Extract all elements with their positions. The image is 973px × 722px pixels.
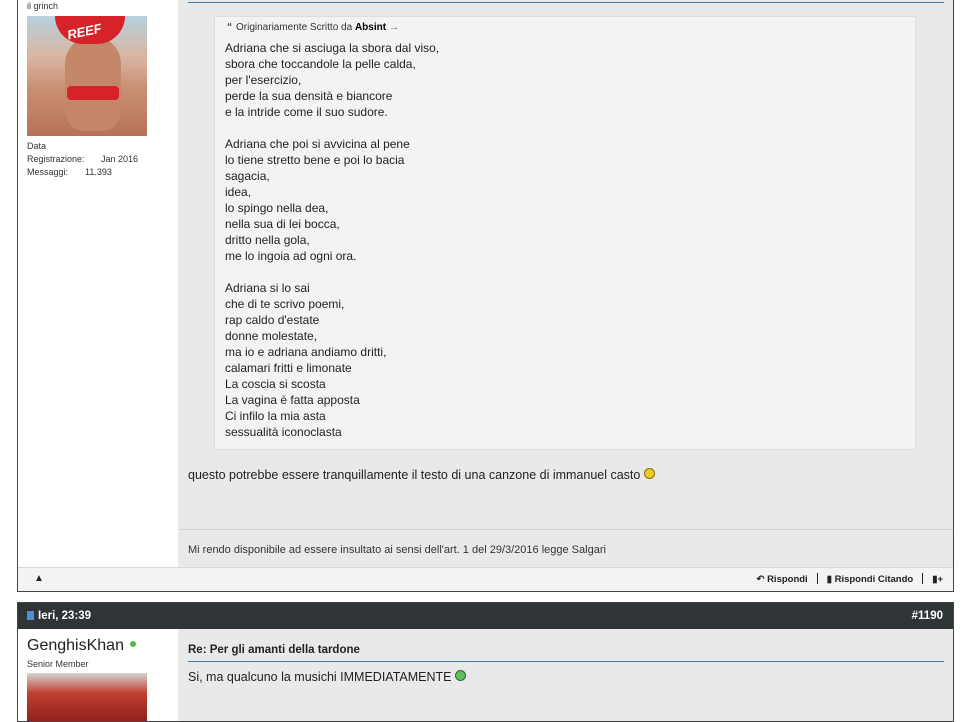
avatar-figure	[65, 36, 121, 131]
quote-line: rap caldo d'estate	[225, 313, 320, 327]
warning-icon[interactable]: ▲	[34, 573, 44, 584]
post-count-value: 11.393	[85, 167, 112, 177]
reply-quote-button[interactable]: ▮ Rispondi Citando	[827, 574, 914, 585]
quote-line: calamari fritti e limonate	[225, 361, 352, 375]
avatar-bikini	[67, 86, 119, 100]
quote-icon: “	[227, 22, 232, 33]
quote-line: sessualità iconoclasta	[225, 425, 342, 439]
separator	[922, 573, 924, 584]
title-divider	[188, 2, 944, 3]
post-1190: Ieri, 23:39 #1190 GenghisKhan Senior Mem…	[17, 602, 954, 722]
quote-line	[225, 120, 439, 136]
separator	[816, 573, 818, 584]
post-number[interactable]: #1190	[912, 610, 943, 622]
quote-line: Adriana che poi si avvicina al pene	[225, 137, 410, 151]
post-header: Ieri, 23:39 #1190	[18, 603, 953, 629]
post-message-text: questo potrebbe essere tranquillamente i…	[188, 468, 641, 482]
signature-divider	[179, 529, 953, 530]
quote-line: Adriana che si asciuga la sbora dal viso…	[225, 41, 440, 55]
quote-body: Adriana che si asciuga la sbora dal viso…	[225, 40, 439, 440]
quote-line: donne molestate,	[225, 329, 318, 343]
user-info-panel: il grinch REEF Data Registrazione: Jan 20…	[18, 0, 178, 567]
user-info-panel: GenghisKhan Senior Member	[18, 629, 178, 721]
post-actions: ↶ Rispondi ▮ Rispondi Citando ▮+	[756, 573, 943, 585]
quote-line: lo spingo nella dea,	[225, 201, 329, 215]
join-date-label: Data Registrazione:	[27, 141, 85, 164]
post-content: Re: Per gli amanti della tardone Si, ma …	[179, 629, 953, 721]
quote-block: “ Originariamente Scritto da Absint → Adri…	[214, 16, 916, 450]
quote-line: idea,	[225, 185, 252, 199]
post-count-label: Messaggi:	[27, 167, 69, 177]
quote-line: nella sua di lei bocca,	[225, 217, 340, 231]
reply-label: Rispondi	[767, 574, 808, 585]
smiley-icon	[643, 468, 655, 479]
quote-header: “ Originariamente Scritto da Absint →	[227, 22, 399, 33]
username-text[interactable]: GenghisKhan	[27, 637, 124, 654]
join-date-row: Data Registrazione: Jan 2016	[27, 140, 138, 166]
avatar[interactable]	[27, 673, 147, 721]
quote-line: dritto nella gola,	[225, 233, 310, 247]
post-footer: ▲ ↶ Rispondi ▮ Rispondi Citando ▮+	[18, 567, 953, 591]
post-count-row: Messaggi: 11.393	[27, 166, 138, 179]
signature: Mi rendo disponibile ad essere insultato…	[188, 544, 606, 556]
reply-icon: ↶	[756, 574, 765, 585]
quote-reply-icon: ▮	[826, 574, 832, 585]
post-date: Ieri, 23:39	[38, 610, 92, 622]
online-status-icon	[129, 641, 136, 647]
arrow-right-icon[interactable]: →	[389, 22, 399, 33]
quote-line: lo tiene stretto bene e poi lo bacia	[225, 153, 405, 167]
quote-line: sbora che toccandole la pelle calda,	[225, 57, 416, 71]
quote-line: me lo ingoia ad ogni ora.	[225, 249, 357, 263]
quote-line: ma io e adriana andiamo dritti,	[225, 345, 387, 359]
user-title: Senior Member	[27, 659, 89, 669]
post-message: questo potrebbe essere tranquillamente i…	[188, 468, 655, 482]
quote-author[interactable]: Absint	[355, 22, 386, 33]
avatar[interactable]: REEF	[27, 16, 147, 136]
title-divider	[188, 661, 944, 662]
user-title: il grinch	[27, 1, 59, 11]
quote-line: La coscia si scosta	[225, 377, 326, 391]
reply-quote-label: Rispondi Citando	[834, 574, 914, 585]
quote-line: per l'esercizio,	[225, 73, 302, 87]
smiley-icon	[454, 670, 466, 681]
quote-line: Ci infilo la mia asta	[225, 409, 326, 423]
reply-button[interactable]: ↶ Rispondi	[756, 574, 807, 585]
document-icon	[27, 611, 34, 620]
quote-line: Adriana si lo sai	[225, 281, 310, 295]
post-message-text: Si, ma qualcuno la musichi IMMEDIATAMENT…	[188, 670, 452, 684]
join-date-value: Jan 2016	[101, 154, 139, 164]
post-title: Re: Per gli amanti della tardone	[188, 644, 360, 656]
post-content: “ Originariamente Scritto da Absint → Adri…	[179, 0, 953, 567]
username[interactable]: GenghisKhan	[27, 637, 136, 655]
quote-line: perde la sua densità e biancore	[225, 89, 393, 103]
quote-prefix: Originariamente Scritto da	[236, 22, 353, 33]
quote-line: e la intride come il suo sudore.	[225, 105, 388, 119]
user-stats: Data Registrazione: Jan 2016 Messaggi: 11.…	[27, 140, 138, 179]
multiquote-icon[interactable]: ▮+	[932, 574, 943, 585]
quote-line: sagacia,	[225, 169, 270, 183]
quote-line: che di te scrivo poemi,	[225, 297, 345, 311]
quote-line	[225, 264, 439, 280]
post-message: Si, ma qualcuno la musichi IMMEDIATAMENT…	[188, 670, 466, 684]
quote-line: La vagina è fatta apposta	[225, 393, 360, 407]
post-1189: il grinch REEF Data Registrazione: Jan 20…	[17, 0, 954, 592]
